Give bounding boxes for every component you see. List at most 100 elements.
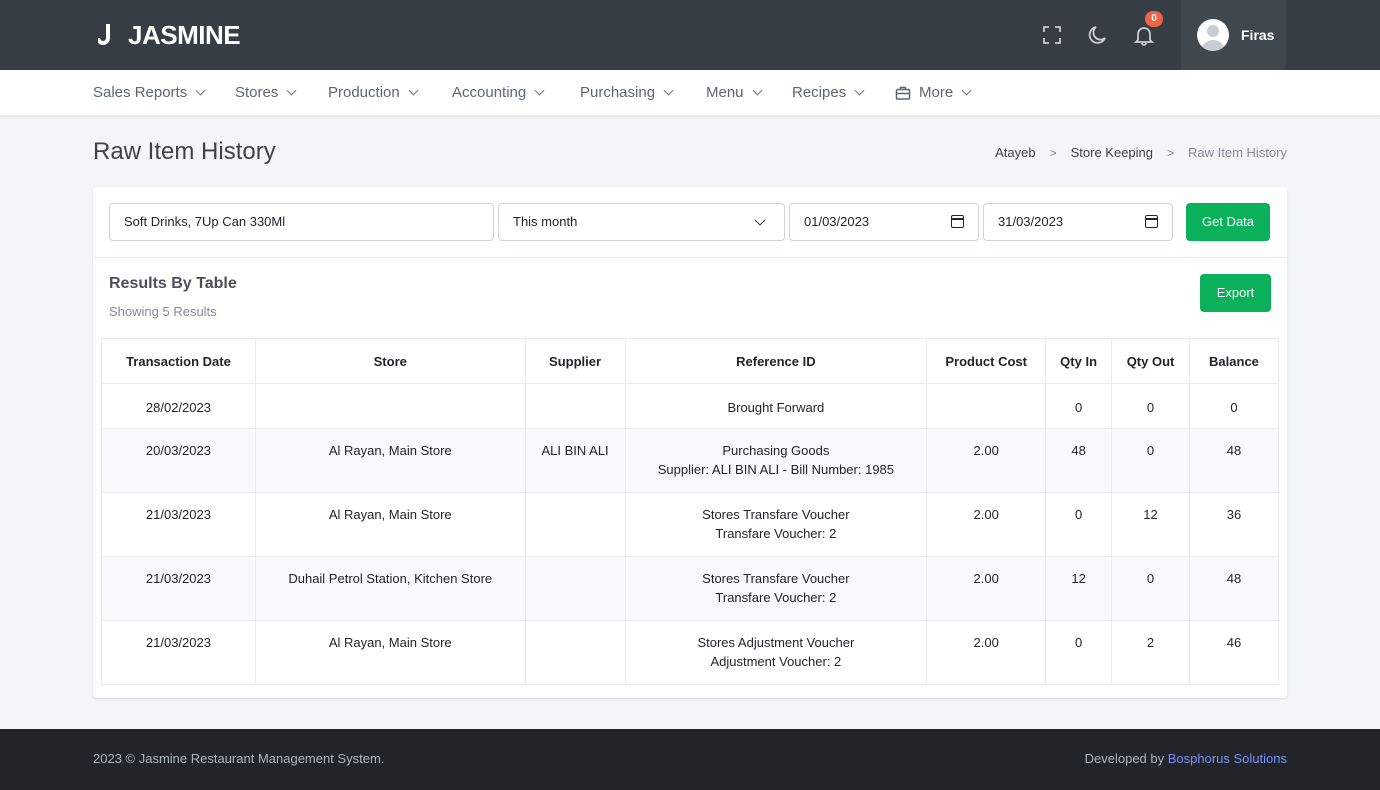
cell-cost: 2.00 (926, 492, 1047, 557)
cell-qty-out: 12 (1111, 492, 1190, 557)
reference-title: Brought Forward (727, 400, 825, 415)
brand-name: JASMINE (128, 20, 241, 50)
dark-mode-icon[interactable] (1087, 24, 1109, 46)
table-row: 20/03/2023 Al Rayan, Main Store ALI BIN … (101, 428, 1280, 493)
cell-supplier (524, 383, 626, 429)
cell-qty-out: 2 (1111, 620, 1190, 685)
cell-date: 20/03/2023 (101, 428, 256, 493)
history-table: Transaction Date Store Supplier Referenc… (101, 338, 1280, 685)
reference-detail: Transfare Voucher: 2 (715, 526, 837, 541)
nav-item-label: Recipes (792, 84, 847, 101)
nav-item-accounting[interactable]: Accounting (452, 84, 545, 101)
reference-title: Stores Adjustment Voucher (697, 635, 855, 650)
item-select-value: Soft Drinks, 7Up Can 330Ml (124, 214, 286, 229)
cell-supplier (524, 620, 626, 685)
cell-balance: 48 (1188, 428, 1280, 493)
cell-cost: 2.00 (926, 620, 1047, 685)
breadcrumb-item-store-keeping[interactable]: Store Keeping (1071, 145, 1153, 160)
cell-cost (926, 383, 1047, 429)
nav-item-label: Production (328, 84, 400, 101)
breadcrumb: Atayeb > Store Keeping > Raw Item Histor… (995, 145, 1287, 160)
topbar: JASMINE 0 Firas (0, 0, 1380, 70)
breadcrumb-item-current: Raw Item History (1188, 145, 1287, 160)
results-count: Showing 5 Results (109, 304, 217, 319)
nav-item-label: Sales Reports (93, 84, 188, 101)
main-nav: Sales Reports Stores Production Accounti… (0, 70, 1380, 116)
get-data-button[interactable]: Get Data (1186, 203, 1270, 241)
cell-reference: Stores Adjustment Voucher Adjustment Vouc… (624, 620, 928, 685)
calendar-icon[interactable] (951, 215, 964, 228)
cell-balance: 46 (1188, 620, 1280, 685)
column-header-date: Transaction Date (101, 338, 256, 384)
logo-icon (96, 24, 118, 46)
notification-badge: 0 (1145, 11, 1163, 27)
cell-qty-out: 0 (1111, 428, 1190, 493)
cell-qty-in: 0 (1045, 492, 1113, 557)
breadcrumb-item-atayeb[interactable]: Atayeb (995, 145, 1035, 160)
cell-date: 28/02/2023 (101, 383, 256, 429)
briefcase-icon (895, 85, 911, 101)
footer-credit: Developed by Bosphorus Solutions (1085, 751, 1287, 766)
footer: 2023 © Jasmine Restaurant Management Sys… (0, 729, 1380, 790)
chevron-down-icon (286, 85, 297, 96)
filter-bar: Soft Drinks, 7Up Can 330Ml This month 01… (93, 187, 1287, 258)
calendar-icon[interactable] (1145, 215, 1158, 228)
reference-detail: Transfare Voucher: 2 (715, 590, 837, 605)
nav-item-recipes[interactable]: Recipes (792, 84, 865, 101)
cell-qty-in: 12 (1045, 556, 1113, 621)
cell-reference: Stores Transfare Voucher Transfare Vouche… (624, 492, 928, 557)
cell-store: Duhail Petrol Station, Kitchen Store (254, 556, 526, 621)
to-date-input[interactable]: 31/03/2023 (983, 203, 1173, 241)
cell-qty-in: 48 (1045, 428, 1113, 493)
from-date-input[interactable]: 01/03/2023 (789, 203, 979, 241)
table-header-row: Transaction Date Store Supplier Referenc… (101, 338, 1280, 384)
page-title: Raw Item History (93, 138, 276, 165)
column-header-reference: Reference ID (624, 338, 928, 384)
footer-copyright: 2023 © Jasmine Restaurant Management Sys… (93, 751, 385, 766)
developer-link[interactable]: Bosphorus Solutions (1168, 751, 1287, 766)
reference-detail: Supplier: ALI BIN ALI - Bill Number: 198… (657, 462, 895, 477)
chevron-right-icon: > (1167, 145, 1175, 160)
footer-developed-by: Developed by (1084, 751, 1165, 766)
nav-item-production[interactable]: Production (328, 84, 419, 101)
cell-date: 21/03/2023 (101, 620, 256, 685)
user-menu[interactable]: Firas (1181, 0, 1286, 70)
cell-qty-in: 0 (1045, 620, 1113, 685)
cell-reference: Purchasing Goods Supplier: ALI BIN ALI - … (624, 428, 928, 493)
period-select[interactable]: This month (498, 203, 785, 241)
cell-balance: 0 (1188, 383, 1280, 429)
nav-item-sales-reports[interactable]: Sales Reports (93, 84, 206, 101)
user-name: Firas (1241, 27, 1275, 43)
cell-supplier: ALI BIN ALI (524, 428, 626, 493)
column-header-store: Store (254, 338, 526, 384)
nav-item-label: More (919, 84, 954, 101)
item-select[interactable]: Soft Drinks, 7Up Can 330Ml (109, 203, 494, 241)
nav-item-stores[interactable]: Stores (235, 84, 297, 101)
cell-qty-out: 0 (1111, 556, 1190, 621)
fullscreen-icon[interactable] (1041, 24, 1063, 46)
chevron-down-icon (752, 85, 762, 96)
nav-item-menu[interactable]: Menu (706, 84, 762, 101)
nav-item-purchasing[interactable]: Purchasing (580, 84, 674, 101)
reference-detail: Adjustment Voucher: 2 (710, 654, 842, 669)
cell-cost: 2.00 (926, 556, 1047, 621)
results-card: Soft Drinks, 7Up Can 330Ml This month 01… (93, 187, 1287, 698)
chevron-down-icon (663, 85, 674, 96)
table-row: 28/02/2023 Brought Forward 0 0 0 (101, 383, 1280, 429)
column-header-supplier: Supplier (524, 338, 626, 384)
cell-balance: 48 (1188, 556, 1280, 621)
cell-balance: 36 (1188, 492, 1280, 557)
from-date-value: 01/03/2023 (804, 214, 870, 229)
bell-icon[interactable] (1133, 24, 1155, 46)
export-button[interactable]: Export (1200, 274, 1271, 312)
reference-title: Purchasing Goods (722, 443, 830, 458)
nav-item-label: Stores (235, 84, 279, 101)
period-select-value: This month (513, 214, 578, 229)
app-logo[interactable]: JASMINE (96, 20, 241, 50)
nav-item-more[interactable]: More (895, 84, 972, 101)
column-header-cost: Product Cost (926, 338, 1047, 384)
reference-title: Stores Transfare Voucher (702, 571, 850, 586)
nav-item-label: Accounting (452, 84, 527, 101)
cell-store: Al Rayan, Main Store (254, 620, 526, 685)
column-header-qty-in: Qty In (1045, 338, 1113, 384)
